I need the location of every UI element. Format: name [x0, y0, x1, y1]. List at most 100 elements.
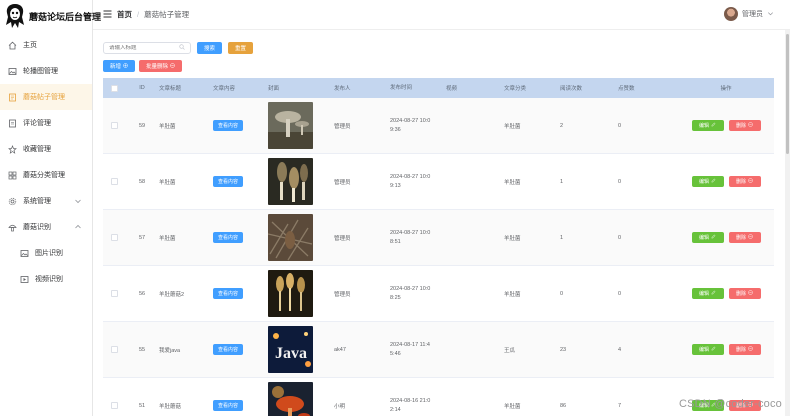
svg-text:Java: Java [275, 345, 307, 362]
sidebar-item-categories[interactable]: 蘑菇分类管理 [0, 162, 92, 188]
scrollbar[interactable] [785, 30, 790, 416]
cover-thumbnail[interactable] [268, 102, 313, 149]
search-box[interactable] [103, 42, 191, 54]
cell-actions: 编辑 删除 [674, 288, 774, 299]
sidebar-item-comments[interactable]: 评论管理 [0, 110, 92, 136]
breadcrumb-home[interactable]: 首页 [117, 9, 132, 20]
sidebar-item-label: 评论管理 [23, 120, 51, 127]
edit-icon [711, 122, 716, 129]
delete-button[interactable]: 删除 [728, 232, 761, 243]
column-header: 文章标题 [159, 86, 182, 92]
cell-time: 2024-08-27 10:0 9:13 [386, 173, 442, 191]
sidebar-item-posts[interactable]: 蘑菇帖子管理 [0, 84, 92, 110]
batch-delete-button[interactable]: 批量删除 [139, 60, 183, 72]
row-checkbox[interactable] [103, 346, 125, 353]
sidebar-item-recognition[interactable]: 蘑菇识别 [0, 214, 92, 240]
breadcrumb-separator: / [137, 10, 140, 19]
sidebar-item-video-recognition[interactable]: 视频识别 [0, 266, 92, 292]
cell-title: 羊肚蘑菇 [159, 403, 182, 410]
cover-thumbnail[interactable] [268, 270, 313, 317]
row-checkbox[interactable] [103, 402, 125, 409]
view-content-button[interactable]: 查看内容 [213, 288, 244, 299]
add-button[interactable]: 新增 [103, 60, 136, 72]
row-checkbox[interactable] [103, 122, 125, 129]
logo-mark-icon [5, 3, 25, 29]
cell-reads: 86 [560, 402, 567, 409]
cell-publisher: 小明 [334, 403, 346, 410]
cell-actions: 编辑 删除 [674, 344, 774, 355]
edit-label: 编辑 [698, 235, 709, 241]
sidebar-item-favorites[interactable]: 收藏管理 [0, 136, 92, 162]
table-row: 59 羊肚菌 查看内容 管理员 2024-08-27 10:0 9:36 羊肚菌… [103, 98, 774, 154]
view-content-button[interactable]: 查看内容 [213, 232, 244, 243]
add-button-label: 新增 [110, 64, 122, 70]
sidebar-item-system[interactable]: 系统管理 [0, 188, 92, 214]
cover-thumbnail[interactable]: Java [268, 326, 313, 373]
sidebar-item-image-recognition[interactable]: 图片识别 [0, 240, 92, 266]
edit-icon [711, 234, 716, 241]
image-icon [20, 249, 29, 258]
edit-label: 编辑 [698, 347, 709, 353]
table-row: 51 羊肚蘑菇 查看内容 小明 2024-08-16 21:0 2:14 羊肚菌… [103, 378, 774, 416]
view-content-button[interactable]: 查看内容 [213, 344, 244, 355]
cell-cover [264, 214, 330, 261]
select-all-checkbox[interactable] [103, 84, 125, 92]
search-button[interactable]: 搜索 [197, 42, 223, 54]
table-header: ID 文章标题 文章内容 封面 发布人 发布时间 视频 文章分类 阅读次数 点赞… [103, 78, 774, 98]
cell-id: 55 [138, 346, 146, 353]
edit-button[interactable]: 编辑 [691, 120, 724, 131]
row-checkbox[interactable] [103, 178, 125, 185]
delete-button[interactable]: 删除 [728, 344, 761, 355]
chevron-down-icon [767, 10, 774, 19]
cell-actions: 编辑 删除 [674, 176, 774, 187]
time-line-2: 8:51 [390, 238, 401, 245]
cell-time: 2024-08-27 10:0 9:36 [386, 117, 442, 135]
cover-thumbnail[interactable] [268, 382, 313, 416]
column-header: 点赞数 [618, 86, 635, 92]
delete-button[interactable]: 删除 [728, 176, 761, 187]
remove-icon [748, 346, 753, 353]
column-header: 封面 [268, 86, 280, 92]
delete-button[interactable]: 删除 [728, 120, 761, 131]
delete-label: 删除 [735, 179, 746, 185]
sidebar-item-label: 蘑菇识别 [23, 224, 51, 231]
edit-button[interactable]: 编辑 [691, 232, 724, 243]
sidebar-item-carousel[interactable]: 轮播图管理 [0, 58, 92, 84]
time-line-1: 2024-08-27 10:0 [390, 173, 431, 180]
sidebar: 蘑菇论坛后台管理 主页 轮播图管理 蘑菇帖子管理 评论管理 收藏管理 蘑菇分类管… [0, 0, 101, 416]
delete-button[interactable]: 删除 [728, 288, 761, 299]
cell-id: 59 [138, 122, 146, 129]
edit-label: 编辑 [698, 291, 709, 297]
edit-button[interactable]: 编辑 [691, 176, 724, 187]
cell-title: 羊肚菌 [159, 235, 176, 242]
cell-cover [264, 158, 330, 205]
time-line-2: 5:46 [390, 350, 401, 357]
row-checkbox[interactable] [103, 234, 125, 241]
table-row: 55 我爱java 查看内容 Java ak47 2024-08-17 11:4… [103, 322, 774, 378]
view-content-button[interactable]: 查看内容 [213, 400, 244, 411]
time-line-1: 2024-08-16 21:0 [390, 397, 431, 404]
time-line-2: 9:13 [390, 182, 401, 189]
reset-button[interactable]: 重置 [228, 42, 254, 54]
edit-button[interactable]: 编辑 [691, 288, 724, 299]
user-menu[interactable]: 管理员 [724, 7, 774, 21]
column-header: 阅读次数 [560, 86, 583, 92]
cover-thumbnail[interactable] [268, 158, 313, 205]
menu-toggle-icon[interactable] [103, 10, 112, 20]
sidebar-item-home[interactable]: 主页 [0, 32, 92, 58]
column-header: 操作 [720, 86, 732, 92]
search-input[interactable] [109, 45, 179, 51]
comment-icon [8, 119, 17, 128]
user-name: 管理员 [742, 11, 763, 18]
cell-id: 57 [138, 234, 146, 241]
row-checkbox[interactable] [103, 290, 125, 297]
column-header: 发布人 [334, 86, 351, 92]
sidebar-item-label: 图片识别 [35, 250, 63, 257]
view-content-button[interactable]: 查看内容 [213, 176, 244, 187]
time-line-2: 2:14 [390, 406, 401, 413]
edit-button[interactable]: 编辑 [691, 344, 724, 355]
cell-title: 羊肚菌 [159, 123, 176, 130]
view-content-button[interactable]: 查看内容 [213, 120, 244, 131]
chevron-up-icon [74, 223, 82, 231]
cover-thumbnail[interactable] [268, 214, 313, 261]
